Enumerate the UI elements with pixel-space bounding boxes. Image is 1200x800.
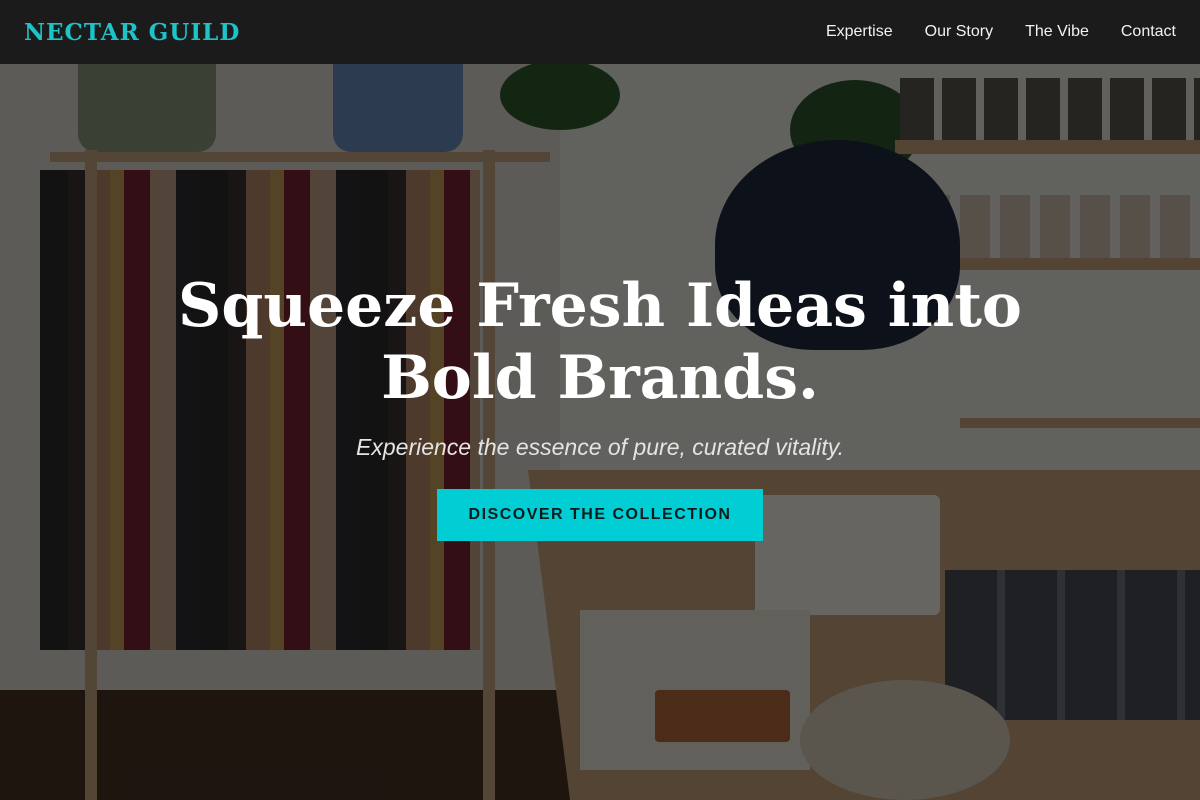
top-navbar: NECTAR GUILD Expertise Our Story The Vib… <box>0 0 1200 64</box>
nav-links: Expertise Our Story The Vibe Contact <box>826 23 1176 41</box>
nav-link-our-story[interactable]: Our Story <box>925 23 993 41</box>
brand-logo[interactable]: NECTAR GUILD <box>24 19 240 46</box>
nav-link-the-vibe[interactable]: The Vibe <box>1025 23 1089 41</box>
hero-subtitle: Experience the essence of pure, curated … <box>356 434 844 460</box>
nav-link-contact[interactable]: Contact <box>1121 23 1176 41</box>
hero-title: Squeeze Fresh Ideas into Bold Brands. <box>178 271 1022 413</box>
hero-section: Squeeze Fresh Ideas into Bold Brands. Ex… <box>0 270 1200 541</box>
discover-collection-button[interactable]: DISCOVER THE COLLECTION <box>436 489 764 541</box>
nav-link-expertise[interactable]: Expertise <box>826 23 893 41</box>
